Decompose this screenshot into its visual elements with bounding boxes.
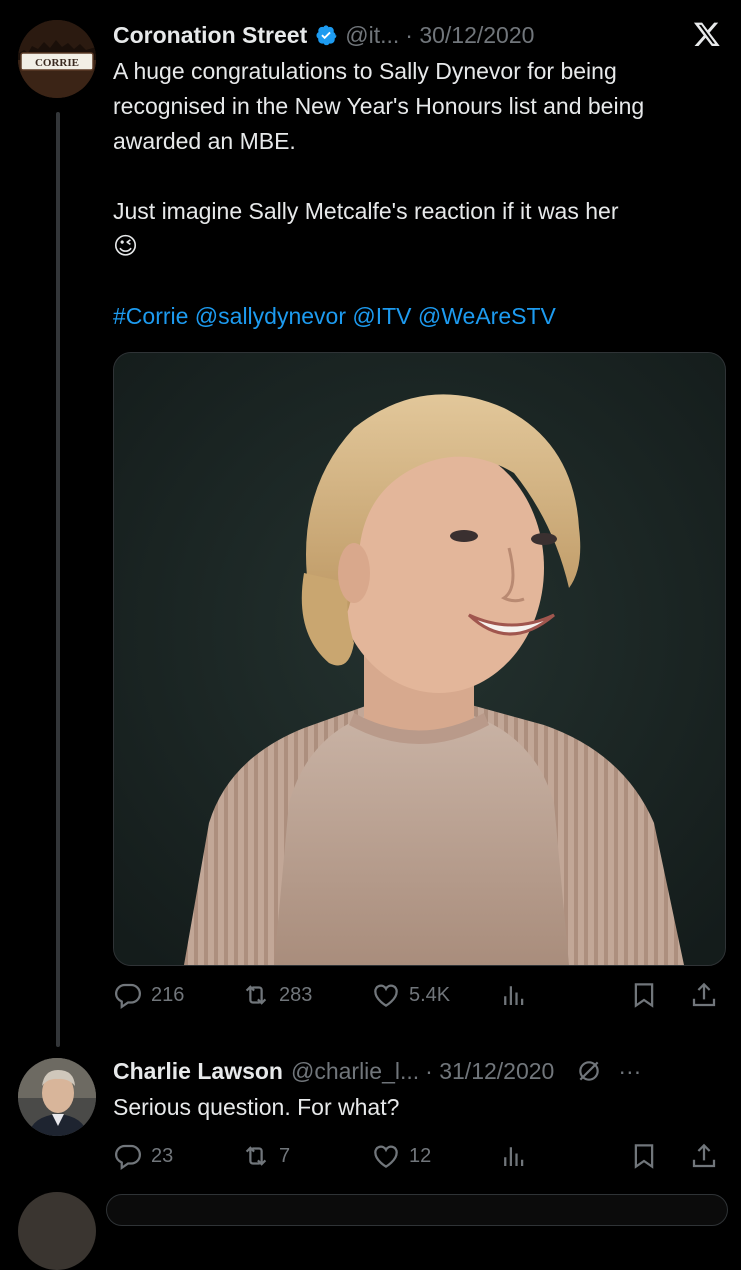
- reply-like-button[interactable]: 12: [371, 1141, 499, 1171]
- avatar[interactable]: CORRIE: [18, 20, 96, 98]
- next-reply-preview[interactable]: [106, 1194, 728, 1226]
- like-icon: [374, 1145, 398, 1168]
- tweet-action-bar: 216 283 5.4K: [113, 975, 724, 1015]
- like-icon: [374, 984, 398, 1007]
- reply-icon: [114, 983, 142, 1010]
- x-logo-icon: [693, 22, 720, 47]
- tweet-text-paragraph-1: A huge congratulations to Sally Dynevor …: [113, 58, 645, 154]
- bookmark-button[interactable]: [629, 980, 689, 1010]
- retweet-button[interactable]: 283: [241, 980, 371, 1010]
- more-icon[interactable]: ···: [618, 1058, 641, 1085]
- reply-date[interactable]: · 31/12/2020: [425, 1058, 554, 1085]
- tweet-text-paragraph-2: Just imagine Sally Metcalfe's reaction i…: [113, 198, 619, 224]
- portrait-photo: [114, 353, 725, 965]
- tweet-body: A huge congratulations to Sally Dynevor …: [113, 54, 728, 334]
- reply-icon: [114, 1144, 142, 1171]
- reply-text: Serious question. For what?: [113, 1094, 400, 1120]
- thread-connector-line: [56, 112, 60, 1047]
- reply-author-name[interactable]: Charlie Lawson: [113, 1058, 283, 1085]
- reply-header: Charlie Lawson @charlie_l... · 31/12/202…: [113, 1054, 721, 1088]
- corrie-logo-text: CORRIE: [35, 57, 79, 69]
- retweet-icon: [245, 1146, 267, 1166]
- retweet-icon: [245, 985, 267, 1005]
- reply-reply-button[interactable]: 23: [113, 1141, 241, 1171]
- views-icon: [504, 986, 524, 1005]
- reply-button[interactable]: 216: [113, 980, 241, 1010]
- reply-reply-count: 23: [151, 1144, 174, 1167]
- wink-emoji: 😉: [113, 233, 139, 260]
- views-button[interactable]: [499, 980, 629, 1010]
- bookmark-icon: [634, 1144, 654, 1169]
- views-icon: [504, 1147, 524, 1166]
- reply-share-button[interactable]: [689, 1141, 719, 1171]
- reply-bookmark-button[interactable]: [629, 1141, 689, 1171]
- reply-like-count: 12: [409, 1144, 432, 1167]
- reply-retweet-button[interactable]: 7: [241, 1141, 371, 1171]
- reply-avatar[interactable]: [18, 1058, 96, 1136]
- share-icon: [692, 982, 716, 1007]
- grok-icon[interactable]: [576, 1058, 602, 1084]
- reply-count: 216: [151, 983, 185, 1006]
- reply-retweet-count: 7: [279, 1144, 291, 1167]
- tweet-date[interactable]: · 30/12/2020: [405, 22, 534, 49]
- tweet-header: Coronation Street @it... · 30/12/2020: [113, 18, 721, 52]
- tweet-hashtags-mentions[interactable]: #Corrie @sallydynevor @ITV @WeAreSTV: [113, 299, 728, 334]
- like-count: 5.4K: [409, 983, 451, 1006]
- like-button[interactable]: 5.4K: [371, 980, 499, 1010]
- reply-action-bar: 23 7 12: [113, 1136, 724, 1176]
- share-icon: [692, 1143, 716, 1168]
- retweet-count: 283: [279, 983, 313, 1006]
- tweet-photo[interactable]: [113, 352, 726, 966]
- reply-views-button[interactable]: [499, 1141, 629, 1171]
- verified-badge-icon: [316, 25, 337, 46]
- bookmark-icon: [634, 983, 654, 1008]
- share-button[interactable]: [689, 980, 719, 1010]
- author-handle[interactable]: @it...: [345, 22, 399, 49]
- reply-author-handle[interactable]: @charlie_l...: [291, 1058, 419, 1085]
- next-reply-avatar[interactable]: [18, 1192, 96, 1270]
- author-name[interactable]: Coronation Street: [113, 22, 307, 49]
